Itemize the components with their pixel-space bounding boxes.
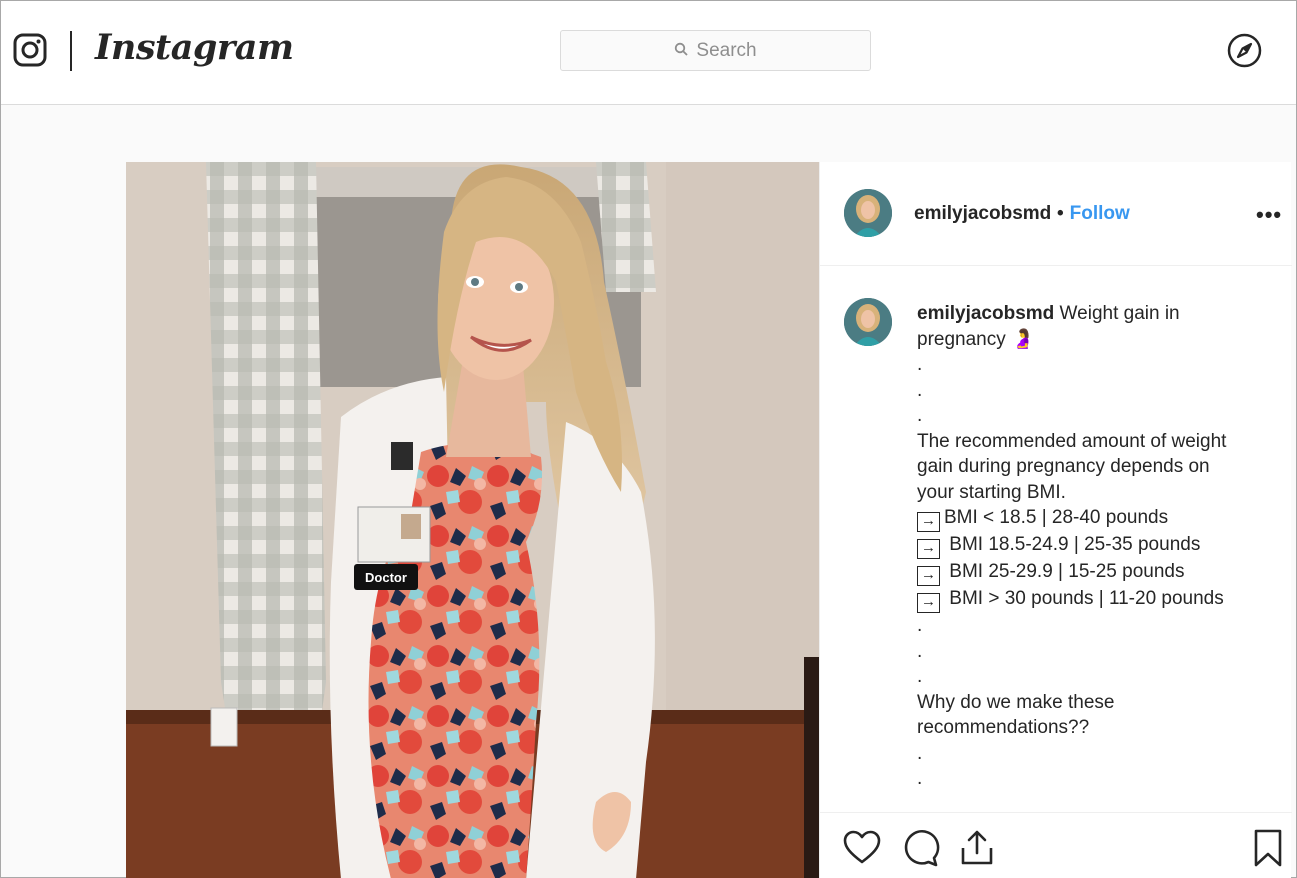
post-photo[interactable]: Doctor <box>126 162 819 878</box>
avatar[interactable] <box>844 189 892 237</box>
bmi-line: → BMI 25-29.9 | 15-25 pounds <box>917 559 1277 586</box>
caption-first-line: emilyjacobsmd Weight gain in <box>917 301 1277 327</box>
bookmark-icon[interactable] <box>1248 828 1288 868</box>
caption-dot: . <box>917 379 923 401</box>
arrow-box-icon: → <box>917 566 940 586</box>
post-details-panel: emilyjacobsmd • Follow ••• emilyjacobsmd … <box>819 162 1292 878</box>
arrow-box-icon: → <box>917 539 940 559</box>
bmi-line: → BMI > 30 pounds | 11-20 pounds <box>917 586 1277 613</box>
caption-text-start: Weight gain in <box>1054 303 1180 324</box>
bmi-text: BMI > 30 pounds | 11-20 pounds <box>944 588 1224 609</box>
follow-group: • Follow <box>1057 203 1130 225</box>
caption-question-line: recommendations?? <box>917 717 1090 738</box>
bmi-text: BMI < 18.5 | 28-40 pounds <box>944 507 1169 528</box>
compass-icon[interactable] <box>1227 33 1262 68</box>
caption-avatar[interactable] <box>844 298 892 346</box>
arrow-box-icon: → <box>917 512 940 532</box>
doctor-badge-text: Doctor <box>365 570 407 585</box>
caption-dot: . <box>917 742 923 764</box>
caption-dot: . <box>917 354 923 375</box>
caption-line: pregnancy 🤰 <box>917 328 1035 350</box>
caption-dot: . <box>917 768 923 789</box>
caption-username[interactable]: emilyjacobsmd <box>917 303 1054 324</box>
bmi-line: → BMI 18.5-24.9 | 25-35 pounds <box>917 532 1277 559</box>
header-divider <box>70 31 72 71</box>
caption-paragraph-line: your starting BMI. <box>917 481 1066 503</box>
caption-dot: . <box>917 666 923 687</box>
post-header: emilyjacobsmd • Follow ••• <box>820 162 1292 266</box>
search-icon <box>674 40 689 62</box>
post-caption: emilyjacobsmd Weight gain in pregnancy 🤰… <box>917 301 1277 792</box>
separator-dot: • <box>1057 203 1064 224</box>
caption-paragraph-line: The recommended amount of weight <box>917 430 1227 452</box>
bmi-text: BMI 18.5-24.9 | 25-35 pounds <box>944 534 1201 555</box>
top-navigation-bar: Instagram Search <box>1 1 1296 105</box>
more-options-icon[interactable]: ••• <box>1256 202 1282 228</box>
caption-dot: . <box>917 405 923 426</box>
heart-icon[interactable] <box>842 828 882 868</box>
arrow-box-icon: → <box>917 593 940 613</box>
post-author-username[interactable]: emilyjacobsmd <box>914 203 1051 225</box>
follow-button[interactable]: Follow <box>1070 203 1130 224</box>
bmi-text: BMI 25-29.9 | 15-25 pounds <box>944 561 1185 582</box>
caption-paragraph-line: gain during pregnancy depends on <box>917 456 1210 477</box>
comment-icon[interactable] <box>900 828 940 868</box>
search-placeholder: Search <box>696 39 757 61</box>
bmi-line: → BMI < 18.5 | 28-40 pounds <box>917 505 1277 532</box>
post-actions-bar <box>820 812 1292 878</box>
instagram-wordmark[interactable]: Instagram <box>95 27 294 68</box>
instagram-glyph-icon[interactable] <box>13 33 47 67</box>
search-input[interactable]: Search <box>560 30 871 71</box>
caption-question-line: Why do we make these <box>917 691 1115 713</box>
share-icon[interactable] <box>957 828 997 868</box>
caption-dot: . <box>917 640 923 662</box>
caption-dot: . <box>917 615 923 636</box>
